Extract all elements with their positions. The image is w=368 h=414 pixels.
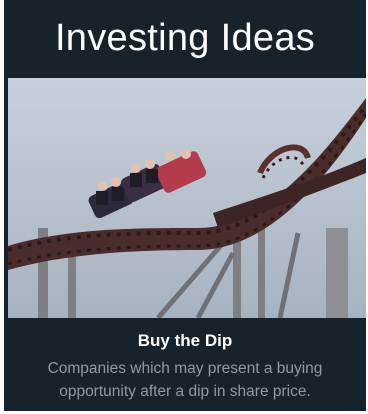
idea-heading: Buy the Dip (137, 331, 233, 350)
hero-image[interactable] (8, 78, 366, 318)
card-title: Investing Ideas (54, 17, 316, 59)
investing-ideas-card[interactable]: Investing Ideas Buy the Dip Companies wh… (4, 0, 366, 411)
idea-description: Companies which may present a buying opp… (47, 360, 323, 400)
roller-coaster-photo (8, 78, 366, 318)
